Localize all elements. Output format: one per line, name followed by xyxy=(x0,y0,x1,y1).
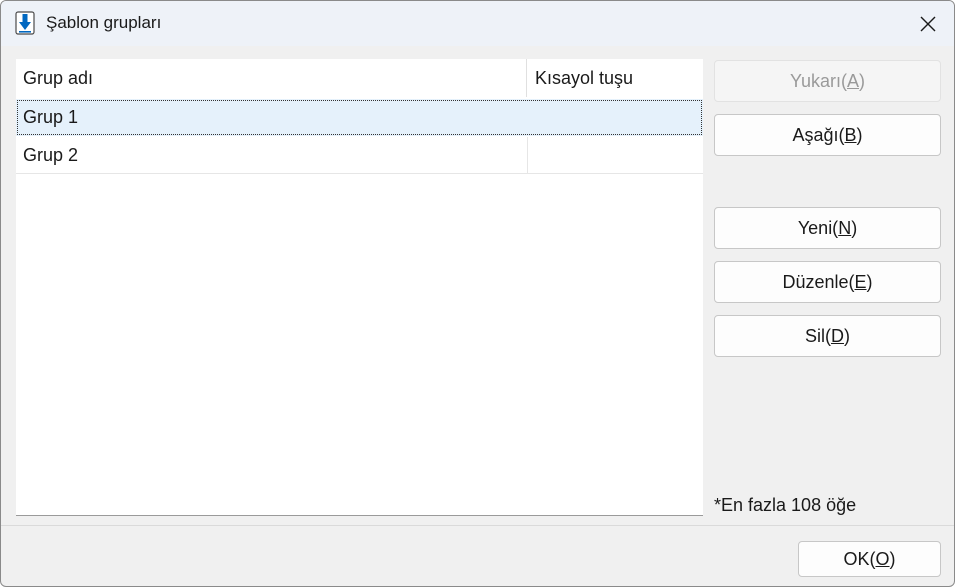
list-row[interactable]: Grup 1 xyxy=(16,99,703,136)
move-down-button[interactable]: Aşağı(B) xyxy=(714,114,941,156)
list-row[interactable]: Grup 2 xyxy=(16,137,703,174)
new-button[interactable]: Yeni(N) xyxy=(714,207,941,249)
delete-button[interactable]: Sil(D) xyxy=(714,315,941,357)
move-up-button[interactable]: Yukarı(A) xyxy=(714,60,941,102)
row-shortcut xyxy=(527,137,703,174)
max-items-note: *En fazla 108 öğe xyxy=(714,495,857,515)
title-bar: Şablon grupları xyxy=(1,1,954,46)
list-header: Grup adı Kısayol tuşu xyxy=(16,59,703,97)
close-icon xyxy=(920,16,936,31)
row-group-name: Grup 1 xyxy=(23,107,79,127)
row-shortcut xyxy=(527,99,703,136)
column-header-group-name[interactable]: Grup adı xyxy=(16,59,527,97)
group-list[interactable]: Grup adı Kısayol tuşu Grup 1 Grup 2 xyxy=(16,59,703,516)
dialog-window: Şablon grupları Grup adı Kısayol tuşu Gr… xyxy=(0,0,955,587)
footer-divider xyxy=(1,525,954,526)
window-title: Şablon grupları xyxy=(46,13,162,32)
download-arrow-icon xyxy=(15,11,35,35)
row-group-name: Grup 2 xyxy=(23,145,79,165)
edit-button[interactable]: Düzenle(E) xyxy=(714,261,941,303)
close-button[interactable] xyxy=(902,1,954,46)
ok-button[interactable]: OK(O) xyxy=(798,541,941,577)
column-header-shortcut[interactable]: Kısayol tuşu xyxy=(527,59,703,97)
